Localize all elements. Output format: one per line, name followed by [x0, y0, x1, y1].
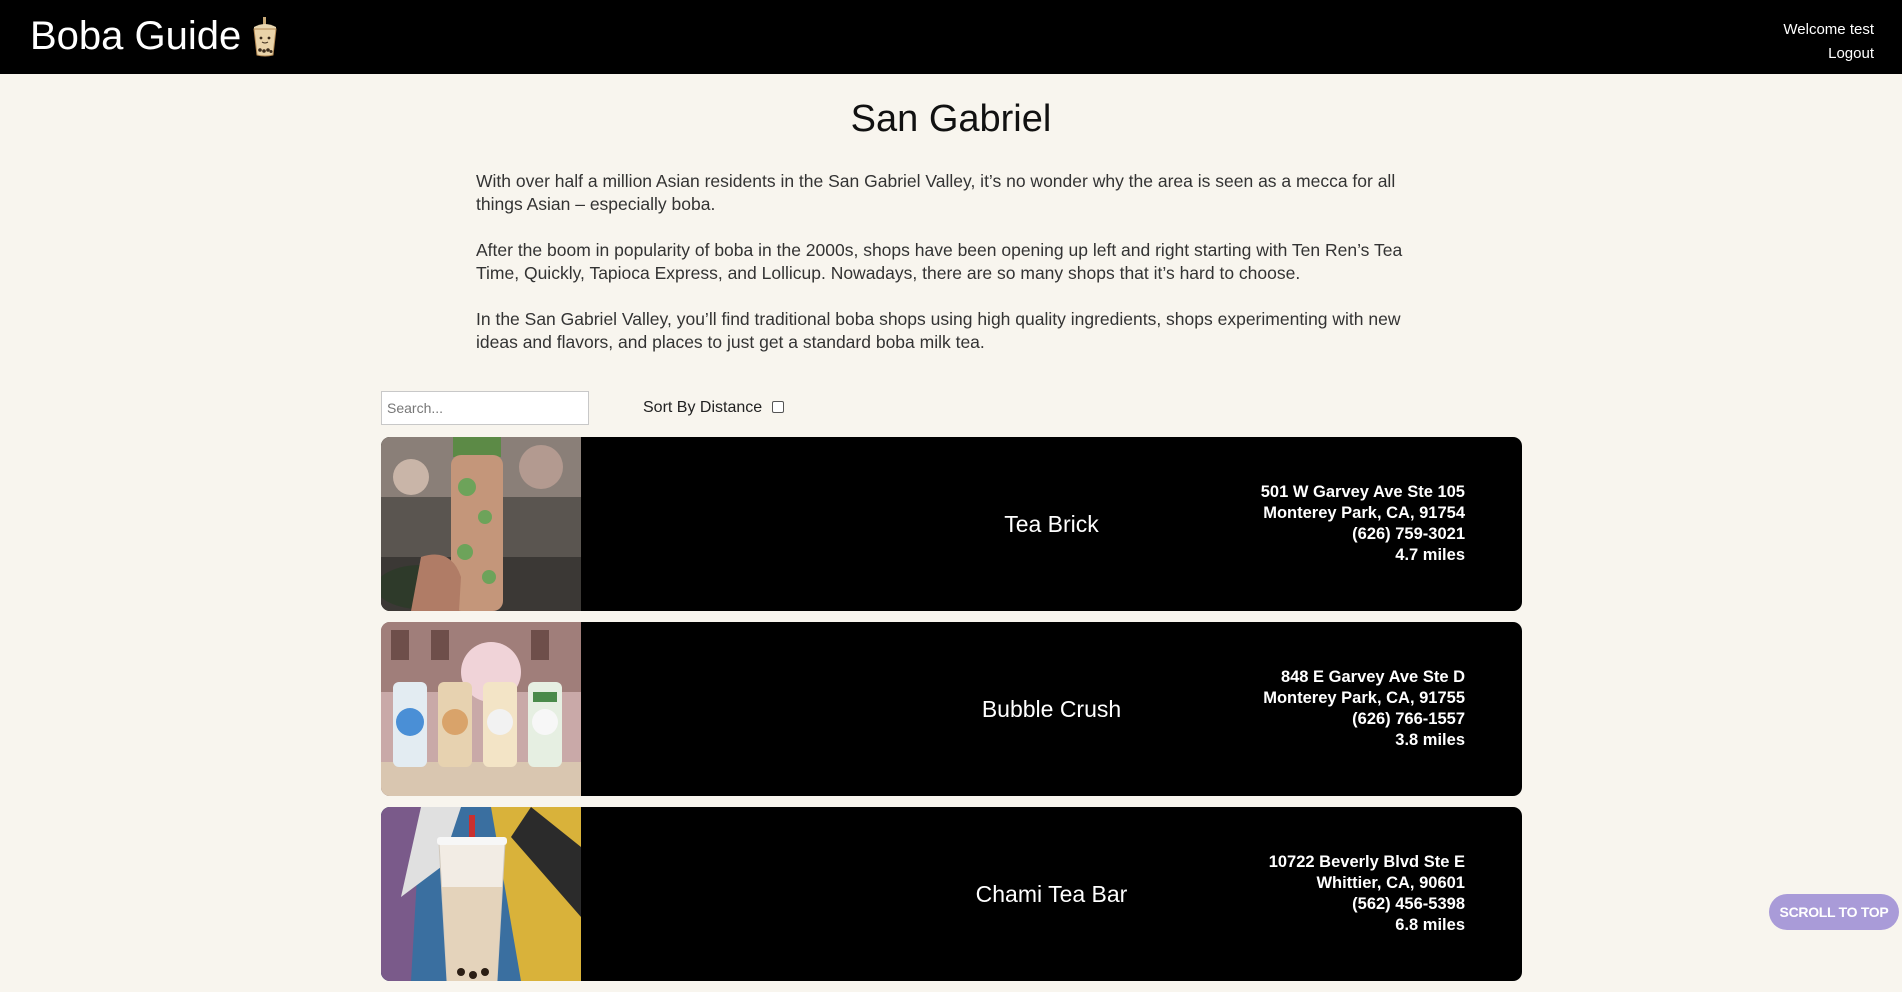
milk-tea-cup-photo-icon: [381, 807, 581, 981]
brand-link[interactable]: Boba Guide: [30, 14, 281, 59]
welcome-text: Welcome test: [1783, 21, 1874, 38]
shop-card[interactable]: Tea Brick 501 W Garvey Ave Ste 105 Monte…: [381, 437, 1522, 611]
shop-info: 501 W Garvey Ave Ste 105 Monterey Park, …: [1261, 482, 1465, 566]
bottle-photo-icon: [381, 437, 581, 611]
intro-paragraph: In the San Gabriel Valley, you’ll find t…: [476, 309, 1401, 352]
logout-link[interactable]: Logout: [1783, 42, 1874, 66]
intro-paragraph: After the boom in popularity of boba in …: [476, 240, 1403, 283]
list-controls: Sort By Distance: [381, 391, 1522, 427]
page-title: San Gabriel: [850, 98, 1052, 140]
intro-paragraph: With over half a million Asian residents…: [476, 171, 1396, 214]
shop-address-line2: Monterey Park, CA, 91754: [1263, 504, 1465, 522]
scroll-to-top-button[interactable]: SCROLL TO TOP: [1769, 894, 1899, 930]
shop-distance: 3.8 miles: [1395, 731, 1465, 749]
shop-card[interactable]: Chami Tea Bar 10722 Beverly Blvd Ste E W…: [381, 807, 1522, 981]
shop-address-line1: 501 W Garvey Ave Ste 105: [1260, 483, 1465, 501]
shop-distance: 4.7 miles: [1395, 546, 1465, 564]
shop-address-line1: 848 E Garvey Ave Ste D: [1280, 668, 1465, 686]
character-bottles-photo-icon: [381, 622, 581, 796]
shop-phone: (626) 766-1557: [1352, 710, 1465, 728]
top-navbar: Boba Guide Welcome test Logout: [0, 0, 1902, 74]
shop-list: Tea Brick 501 W Garvey Ave Ste 105 Monte…: [381, 437, 1522, 992]
shop-info: 10722 Beverly Blvd Ste E Whittier, CA, 9…: [1269, 852, 1465, 936]
user-area: Welcome test Logout: [1783, 18, 1874, 66]
brand-title: Boba Guide: [30, 14, 242, 58]
shop-card[interactable]: Bubble Crush 848 E Garvey Ave Ste D Mont…: [381, 622, 1522, 796]
sort-checkbox[interactable]: [772, 401, 785, 413]
shop-address-line2: Monterey Park, CA, 91755: [1263, 689, 1465, 707]
shop-address-line1: 10722 Beverly Blvd Ste E: [1268, 853, 1465, 871]
boba-cup-icon: [253, 16, 277, 56]
sort-by-distance[interactable]: Sort By Distance: [643, 399, 785, 417]
shop-phone: (562) 456-5398: [1352, 895, 1465, 913]
shop-phone: (626) 759-3021: [1352, 525, 1465, 543]
shop-info: 848 E Garvey Ave Ste D Monterey Park, CA…: [1263, 667, 1465, 751]
intro-text: With over half a million Asian residents…: [476, 170, 1426, 377]
search-input[interactable]: [381, 391, 589, 425]
shop-address-line2: Whittier, CA, 90601: [1316, 874, 1465, 892]
sort-label: Sort By Distance: [643, 399, 763, 416]
shop-distance: 6.8 miles: [1395, 916, 1465, 934]
